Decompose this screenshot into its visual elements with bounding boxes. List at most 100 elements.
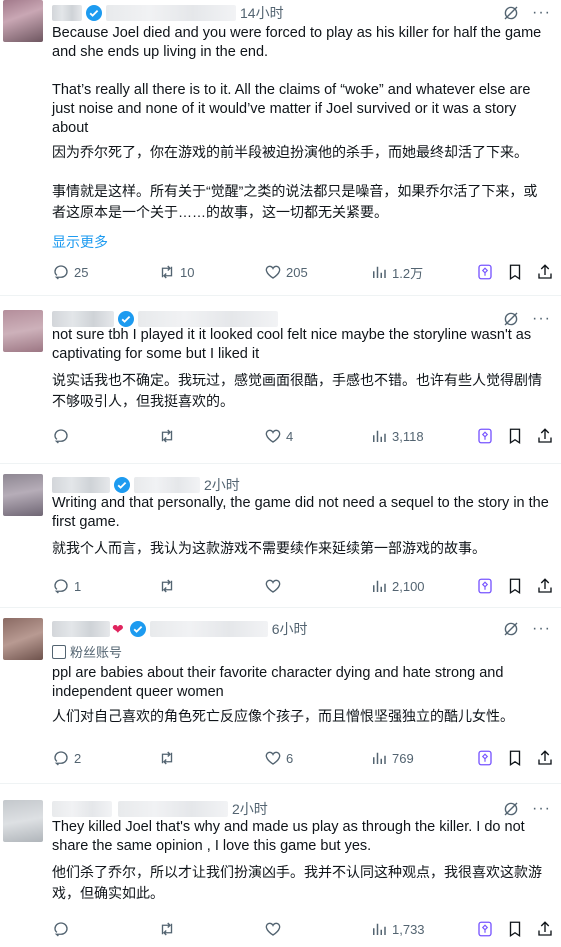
show-more-link[interactable]: 显示更多 bbox=[52, 233, 551, 252]
post-1[interactable]: 14小时 ··· Because Joel died and you were … bbox=[0, 0, 561, 296]
display-name[interactable] bbox=[52, 5, 82, 21]
like-button[interactable]: 4 bbox=[264, 427, 293, 445]
post-text-zh: 就我个人而言，我认为这款游戏不需要续作来延续第一部游戏的故事。 bbox=[52, 540, 486, 556]
post-text: not sure tbh I played it it looked cool … bbox=[52, 326, 551, 412]
share-icon bbox=[536, 920, 554, 938]
display-name[interactable] bbox=[52, 801, 112, 817]
grok-icon[interactable] bbox=[502, 800, 520, 818]
grok-icon[interactable] bbox=[502, 4, 520, 22]
reply-button[interactable]: 25 bbox=[52, 263, 88, 281]
post-header-actions: ··· bbox=[502, 4, 551, 22]
heart-emoji: ❤ bbox=[112, 620, 124, 637]
grok-analyze-button[interactable] bbox=[476, 749, 494, 767]
repost-button[interactable] bbox=[158, 427, 180, 445]
action-bar: 4 3,118 bbox=[52, 426, 549, 446]
repost-button[interactable] bbox=[158, 749, 180, 767]
reply-button[interactable]: 1 bbox=[52, 577, 81, 595]
views-button[interactable]: 2,100 bbox=[370, 577, 425, 595]
username[interactable] bbox=[149, 621, 268, 637]
views-button[interactable]: 1,733 bbox=[370, 920, 425, 938]
like-button[interactable]: 205 bbox=[264, 263, 308, 281]
avatar[interactable] bbox=[3, 0, 43, 42]
share-button[interactable] bbox=[536, 577, 554, 595]
more-icon[interactable]: ··· bbox=[532, 5, 551, 21]
display-name[interactable] bbox=[52, 311, 114, 327]
avatar[interactable] bbox=[3, 310, 43, 352]
username[interactable] bbox=[134, 477, 200, 493]
share-button[interactable] bbox=[536, 749, 554, 767]
views-button[interactable]: 1.2万 bbox=[370, 263, 423, 282]
bookmark-button[interactable] bbox=[506, 263, 524, 281]
more-icon[interactable]: ··· bbox=[532, 621, 551, 637]
more-icon[interactable]: ··· bbox=[532, 801, 551, 817]
reply-icon bbox=[52, 749, 70, 767]
reply-button[interactable]: 2 bbox=[52, 749, 81, 767]
bookmark-button[interactable] bbox=[506, 749, 524, 767]
grok-analyze-button[interactable] bbox=[476, 577, 494, 595]
post-header-actions: ··· bbox=[502, 620, 551, 638]
verified-icon bbox=[129, 621, 146, 637]
post-text: They killed Joel that's why and made us … bbox=[52, 818, 551, 904]
avatar[interactable] bbox=[3, 474, 43, 516]
grok-analyze-button[interactable] bbox=[476, 427, 494, 445]
username[interactable] bbox=[138, 311, 278, 327]
share-icon bbox=[536, 577, 554, 595]
bookmark-button[interactable] bbox=[506, 920, 524, 938]
username[interactable] bbox=[118, 801, 228, 817]
like-button[interactable] bbox=[264, 920, 286, 938]
bookmark-icon bbox=[506, 749, 524, 767]
repost-button[interactable] bbox=[158, 577, 180, 595]
action-bar: 1 2,100 bbox=[52, 576, 549, 596]
views-button[interactable]: 3,118 bbox=[370, 427, 424, 445]
display-name[interactable] bbox=[52, 621, 110, 637]
like-button[interactable] bbox=[264, 577, 286, 595]
views-button[interactable]: 769 bbox=[370, 749, 414, 767]
post-2[interactable]: ··· not sure tbh I played it it looked c… bbox=[0, 296, 561, 464]
repost-icon bbox=[158, 577, 176, 595]
repost-button[interactable] bbox=[158, 920, 180, 938]
grok-analyze-icon bbox=[476, 749, 494, 767]
view-count: 769 bbox=[392, 750, 414, 766]
repost-icon bbox=[158, 749, 176, 767]
post-text-en: not sure tbh I played it it looked cool … bbox=[52, 327, 532, 362]
bookmark-icon bbox=[506, 427, 524, 445]
bookmark-button[interactable] bbox=[506, 427, 524, 445]
share-button[interactable] bbox=[536, 263, 554, 281]
like-icon bbox=[264, 749, 282, 767]
timestamp[interactable]: 6小时 bbox=[272, 619, 308, 639]
post-text-zh: 因为乔尔死了，你在游戏的前半段被迫扮演他的杀手，而她最终却活了下来。 bbox=[52, 144, 528, 160]
verified-icon bbox=[114, 477, 130, 493]
post-text-zh: 他们杀了乔尔，所以才让我们扮演凶手。我并不认同这种观点，我很喜欢这款游戏，但确实… bbox=[52, 864, 542, 901]
post-text-zh: 说实话我也不确定。我玩过，感觉画面很酷，手感也不错。也许有些人觉得剧情不够吸引人… bbox=[52, 372, 542, 409]
like-button[interactable]: 6 bbox=[264, 749, 293, 767]
grok-analyze-button[interactable] bbox=[476, 263, 494, 281]
post-header-actions: ··· bbox=[502, 800, 551, 818]
more-icon[interactable]: ··· bbox=[532, 311, 551, 327]
post-header: 2小时 bbox=[52, 474, 561, 496]
username[interactable] bbox=[106, 5, 236, 21]
verified-icon bbox=[86, 5, 102, 21]
timestamp[interactable]: 2小时 bbox=[204, 475, 240, 495]
views-icon bbox=[370, 577, 388, 595]
reply-button[interactable] bbox=[52, 920, 74, 938]
post-3[interactable]: 2小时 Writing and that personally, the gam… bbox=[0, 464, 561, 608]
post-text-en: Writing and that personally, the game di… bbox=[52, 495, 549, 530]
repost-icon bbox=[158, 427, 176, 445]
share-button[interactable] bbox=[536, 427, 554, 445]
share-button[interactable] bbox=[536, 920, 554, 938]
grok-analyze-button[interactable] bbox=[476, 920, 494, 938]
post-text-en: That’s really all there is to it. All th… bbox=[52, 82, 531, 136]
timestamp[interactable]: 2小时 bbox=[232, 799, 268, 819]
timestamp[interactable]: 14小时 bbox=[240, 3, 284, 23]
avatar[interactable] bbox=[3, 618, 43, 660]
post-4[interactable]: ❤ 6小时 ··· 粉丝账号 ppl are babies about thei… bbox=[0, 608, 561, 784]
display-name[interactable] bbox=[52, 477, 110, 493]
reply-button[interactable] bbox=[52, 427, 74, 445]
fan-account-icon bbox=[52, 644, 66, 659]
repost-button[interactable]: 10 bbox=[158, 263, 194, 281]
bookmark-button[interactable] bbox=[506, 577, 524, 595]
grok-icon[interactable] bbox=[502, 620, 520, 638]
avatar[interactable] bbox=[3, 800, 43, 842]
post-5[interactable]: 2小时 ··· They killed Joel that's why and … bbox=[0, 784, 561, 947]
view-count: 1.2万 bbox=[392, 265, 424, 281]
